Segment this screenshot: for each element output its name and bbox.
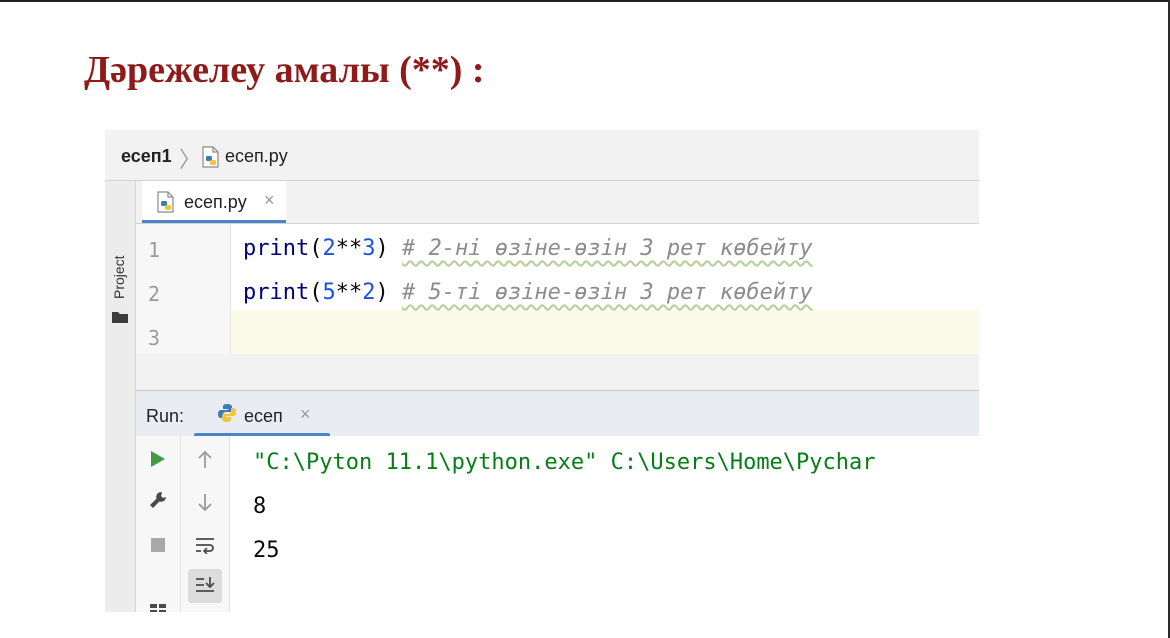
wrench-icon[interactable] — [148, 490, 168, 514]
close-icon[interactable]: × — [300, 404, 311, 425]
arrow-up-icon[interactable] — [196, 450, 214, 474]
current-line-highlight — [136, 310, 979, 354]
python-file-icon — [201, 146, 221, 173]
scroll-to-end-icon[interactable] — [188, 569, 222, 603]
ide-window: есеп1 〉 есеп.py Project есеп.py × 1 2 3 … — [105, 130, 979, 612]
run-toolbar — [136, 436, 181, 612]
editor-scroll-area — [136, 354, 979, 390]
slide-title: Дәрежелеу амалы (**) : — [84, 49, 485, 91]
python-logo-icon — [216, 402, 238, 429]
code-function: print — [243, 236, 310, 261]
tab-esep-py[interactable]: есеп.py × — [142, 181, 286, 223]
console-line: "C:\Pyton 11.1\python.exe" C:\Users\Home… — [253, 450, 876, 475]
code-number: 2 — [362, 280, 376, 305]
line-number: 3 — [148, 326, 161, 350]
code-operator: ** — [335, 236, 363, 261]
console-line: 25 — [253, 538, 280, 563]
python-file-icon — [156, 191, 176, 218]
run-tool-header: Run: есеп × — [136, 390, 979, 437]
run-console: "C:\Pyton 11.1\python.exe" C:\Users\Home… — [136, 436, 979, 612]
editor-tabbar: есеп.py × — [136, 181, 979, 224]
run-tab-label[interactable]: есеп — [244, 406, 283, 427]
stop-icon[interactable] — [149, 536, 167, 558]
breadcrumb-project[interactable]: есеп1 — [121, 146, 172, 167]
code-line[interactable]: print(2**3) # 2-ні өзіне-өзін 3 рет көбе… — [243, 236, 813, 261]
close-icon[interactable]: × — [264, 190, 275, 211]
console-toolbar — [181, 436, 230, 612]
code-line[interactable]: print(5**2) # 5-ті өзіне-өзін 3 рет көбе… — [243, 280, 813, 305]
breadcrumb-file[interactable]: есеп.py — [225, 146, 288, 167]
code-comment: # 5-ті өзіне-өзін 3 рет көбейту — [401, 280, 813, 305]
tab-label: есеп.py — [184, 192, 247, 212]
arrow-down-icon[interactable] — [196, 492, 214, 516]
code-number: 3 — [362, 236, 376, 261]
breadcrumb-separator: 〉 — [179, 147, 202, 172]
code-number: 2 — [322, 236, 336, 261]
console-line: 8 — [253, 494, 267, 519]
line-gutter: 1 2 3 — [136, 224, 231, 354]
project-tool-label[interactable]: Project — [111, 255, 127, 299]
line-number: 2 — [148, 282, 161, 306]
code-comment: # 2-ні өзіне-өзін 3 рет көбейту — [401, 236, 813, 261]
code-operator: ** — [335, 280, 363, 305]
top-border — [0, 0, 1170, 2]
code-paren: ) — [375, 280, 389, 305]
project-tool-strip[interactable]: Project — [105, 181, 136, 612]
rerun-icon[interactable] — [149, 449, 167, 473]
code-function: print — [243, 280, 310, 305]
code-paren: ( — [309, 280, 323, 305]
folder-icon[interactable] — [111, 309, 129, 328]
code-number: 5 — [322, 280, 336, 305]
code-paren: ( — [309, 236, 323, 261]
run-label: Run: — [146, 406, 185, 426]
code-editor[interactable]: 1 2 3 print(2**3) # 2-ні өзіне-өзін 3 ре… — [136, 224, 979, 354]
soft-wrap-icon[interactable] — [194, 536, 216, 558]
line-number: 1 — [148, 238, 161, 262]
breadcrumb: есеп1 〉 есеп.py — [105, 130, 979, 181]
layout-icon[interactable] — [149, 600, 167, 612]
code-paren: ) — [375, 236, 389, 261]
